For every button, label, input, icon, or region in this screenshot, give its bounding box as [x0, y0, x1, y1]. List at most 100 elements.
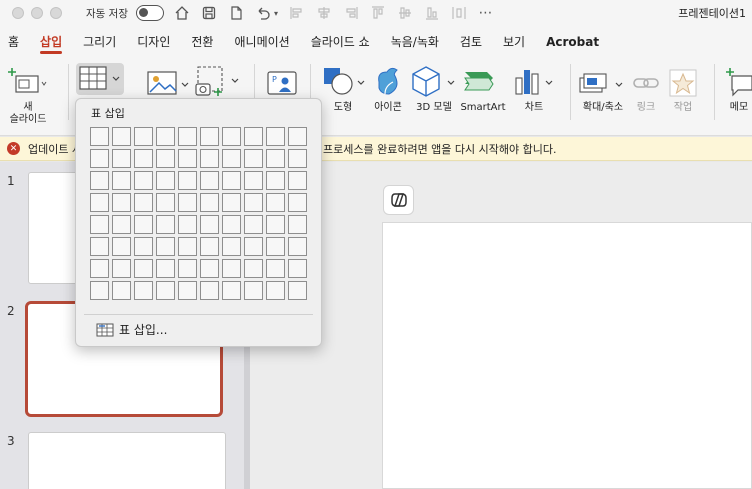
table-grid-cell[interactable] — [244, 193, 263, 212]
smartart-button[interactable]: SmartArt — [458, 64, 508, 114]
tab-insert[interactable]: 삽입 — [40, 26, 63, 56]
picture-button[interactable] — [146, 64, 190, 98]
close-notification-icon[interactable]: ✕ — [7, 142, 20, 155]
table-grid-cell[interactable] — [266, 281, 285, 300]
table-grid-cell[interactable] — [244, 237, 263, 256]
screenshot-button[interactable] — [194, 64, 242, 98]
table-grid-cell[interactable] — [288, 281, 307, 300]
table-grid-cell[interactable] — [288, 149, 307, 168]
table-grid-cell[interactable] — [200, 215, 219, 234]
more-options-icon[interactable]: ⋯ — [477, 5, 494, 22]
table-grid-cell[interactable] — [178, 237, 197, 256]
new-slide-button[interactable]: 새 슬라이드 — [6, 64, 50, 126]
table-grid-cell[interactable] — [112, 149, 131, 168]
table-grid-cell[interactable] — [156, 215, 175, 234]
table-grid-cell[interactable] — [178, 193, 197, 212]
comment-button[interactable]: 메모 — [722, 64, 752, 114]
table-size-grid[interactable] — [90, 127, 307, 300]
table-grid-cell[interactable] — [90, 215, 109, 234]
table-grid-cell[interactable] — [266, 215, 285, 234]
table-grid-cell[interactable] — [112, 281, 131, 300]
table-grid-cell[interactable] — [90, 127, 109, 146]
new-document-icon[interactable] — [228, 5, 245, 22]
table-grid-cell[interactable] — [266, 149, 285, 168]
table-grid-cell[interactable] — [112, 215, 131, 234]
table-grid-cell[interactable] — [134, 259, 153, 278]
table-grid-cell[interactable] — [244, 149, 263, 168]
table-grid-cell[interactable] — [112, 193, 131, 212]
table-grid-cell[interactable] — [288, 237, 307, 256]
table-grid-cell[interactable] — [200, 193, 219, 212]
table-grid-cell[interactable] — [134, 149, 153, 168]
table-grid-cell[interactable] — [134, 193, 153, 212]
insert-table-menu-item[interactable]: 표 삽입... — [96, 321, 167, 338]
table-grid-cell[interactable] — [222, 259, 241, 278]
tab-slide-show[interactable]: 슬라이드 쇼 — [311, 26, 370, 56]
minimize-window-button[interactable] — [31, 7, 43, 19]
table-grid-cell[interactable] — [156, 237, 175, 256]
cameo-button[interactable]: P — [262, 64, 302, 98]
table-grid-cell[interactable] — [222, 127, 241, 146]
tab-review[interactable]: 검토 — [460, 26, 482, 56]
table-grid-cell[interactable] — [134, 237, 153, 256]
chart-button[interactable]: 차트 — [512, 64, 556, 114]
table-grid-cell[interactable] — [90, 259, 109, 278]
table-button[interactable] — [76, 63, 124, 95]
autosave-toggle[interactable] — [135, 5, 164, 21]
table-grid-cell[interactable] — [266, 259, 285, 278]
tab-animations[interactable]: 애니메이션 — [234, 26, 289, 56]
table-grid-cell[interactable] — [178, 127, 197, 146]
table-grid-cell[interactable] — [222, 171, 241, 190]
shapes-button[interactable]: 도형 — [320, 64, 366, 114]
tab-transitions[interactable]: 전환 — [191, 26, 213, 56]
table-grid-cell[interactable] — [244, 281, 263, 300]
table-grid-cell[interactable] — [244, 259, 263, 278]
table-grid-cell[interactable] — [266, 171, 285, 190]
tab-home[interactable]: 홈 — [8, 26, 19, 56]
table-grid-cell[interactable] — [90, 281, 109, 300]
save-icon[interactable] — [201, 5, 218, 22]
close-window-button[interactable] — [12, 7, 24, 19]
table-grid-cell[interactable] — [156, 193, 175, 212]
table-grid-cell[interactable] — [222, 193, 241, 212]
table-grid-cell[interactable] — [178, 171, 197, 190]
table-grid-cell[interactable] — [200, 149, 219, 168]
table-grid-cell[interactable] — [112, 171, 131, 190]
table-grid-cell[interactable] — [222, 237, 241, 256]
table-grid-cell[interactable] — [112, 127, 131, 146]
tab-draw[interactable]: 그리기 — [83, 26, 116, 56]
table-grid-cell[interactable] — [244, 127, 263, 146]
table-grid-cell[interactable] — [288, 215, 307, 234]
table-grid-cell[interactable] — [156, 149, 175, 168]
table-grid-cell[interactable] — [200, 237, 219, 256]
table-grid-cell[interactable] — [244, 215, 263, 234]
table-grid-cell[interactable] — [288, 193, 307, 212]
slide-canvas[interactable] — [382, 222, 752, 489]
table-grid-cell[interactable] — [266, 237, 285, 256]
table-grid-cell[interactable] — [112, 237, 131, 256]
slide-thumbnail-3[interactable] — [28, 432, 226, 489]
table-grid-cell[interactable] — [266, 127, 285, 146]
table-grid-cell[interactable] — [200, 127, 219, 146]
table-grid-cell[interactable] — [156, 281, 175, 300]
table-grid-cell[interactable] — [156, 127, 175, 146]
table-grid-cell[interactable] — [200, 281, 219, 300]
undo-dropdown-chevron-icon[interactable]: ▾ — [274, 9, 278, 18]
table-grid-cell[interactable] — [244, 171, 263, 190]
table-grid-cell[interactable] — [288, 127, 307, 146]
table-grid-cell[interactable] — [200, 171, 219, 190]
tab-acrobat[interactable]: Acrobat — [546, 26, 599, 56]
table-grid-cell[interactable] — [134, 215, 153, 234]
table-grid-cell[interactable] — [178, 281, 197, 300]
table-grid-cell[interactable] — [178, 215, 197, 234]
table-grid-cell[interactable] — [90, 237, 109, 256]
table-grid-cell[interactable] — [156, 259, 175, 278]
table-grid-cell[interactable] — [200, 259, 219, 278]
table-grid-cell[interactable] — [134, 281, 153, 300]
table-grid-cell[interactable] — [222, 149, 241, 168]
table-grid-cell[interactable] — [134, 171, 153, 190]
copilot-button[interactable] — [383, 185, 414, 215]
table-grid-cell[interactable] — [222, 281, 241, 300]
table-grid-cell[interactable] — [156, 171, 175, 190]
zoom-button[interactable]: 확대/축소 — [578, 64, 628, 114]
